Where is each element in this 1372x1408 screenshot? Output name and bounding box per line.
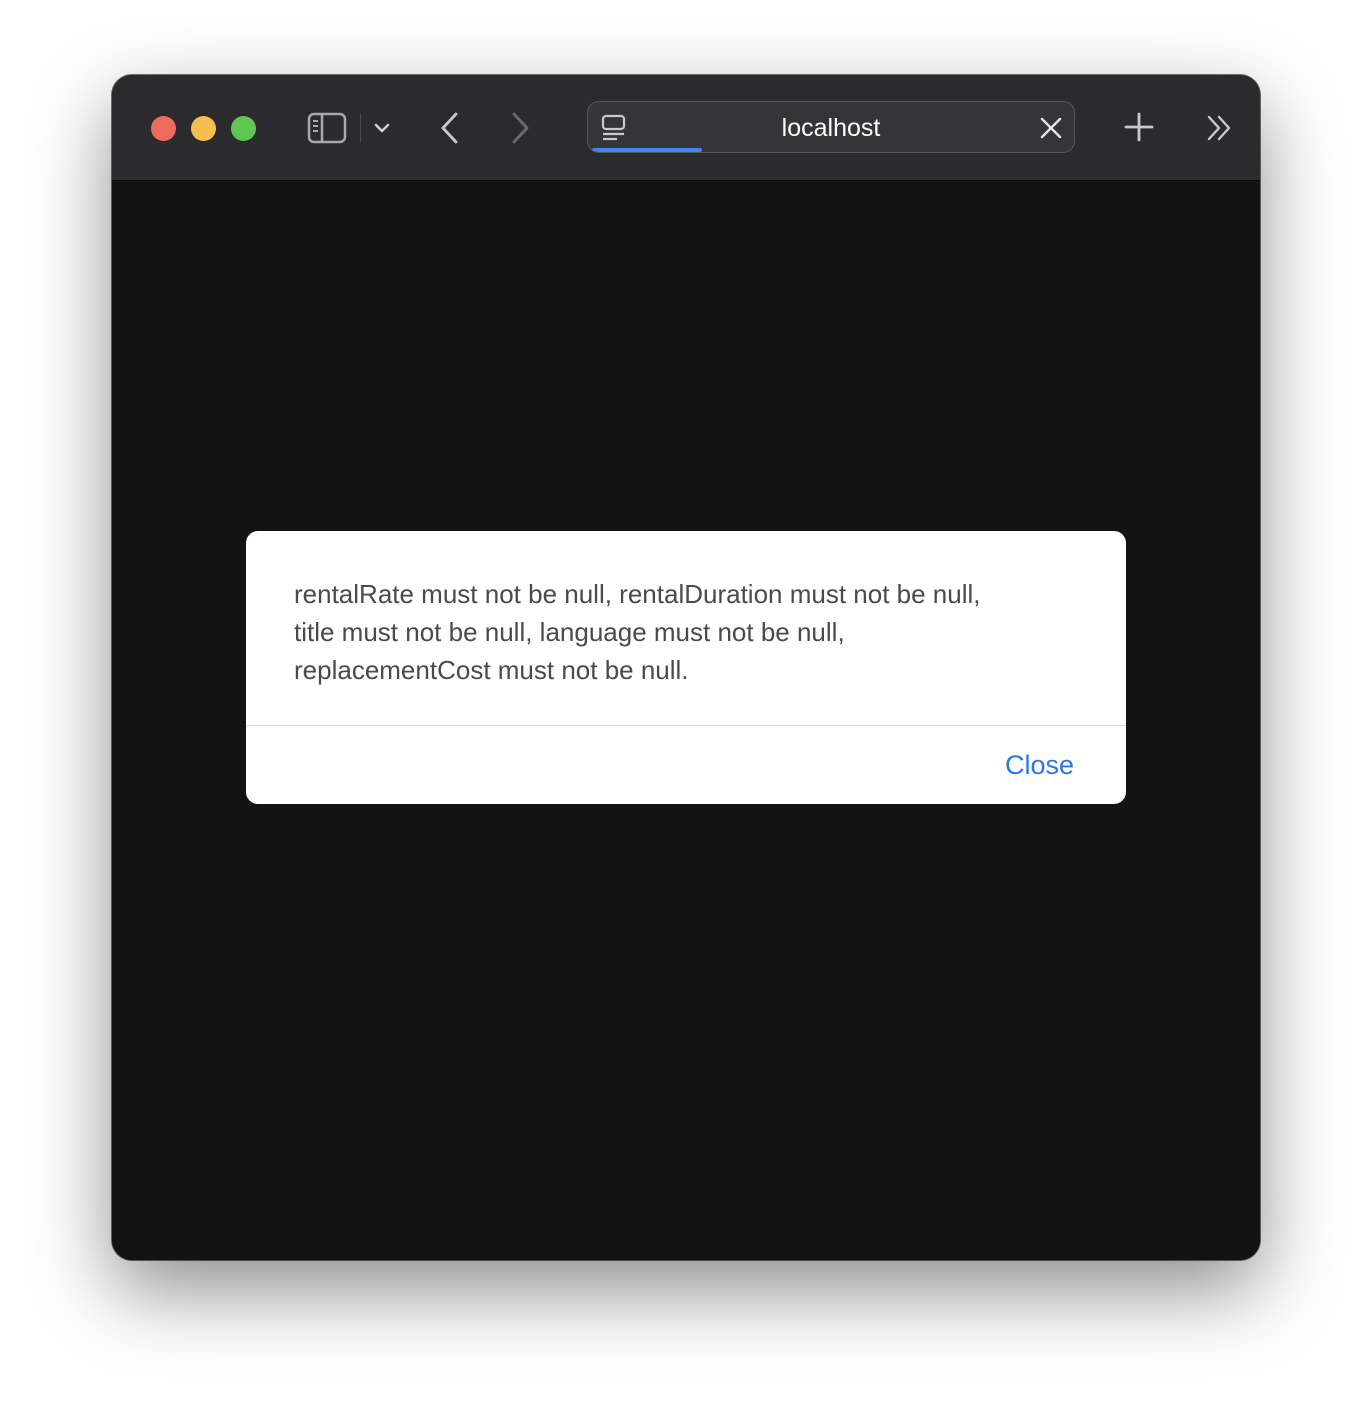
more-tabs-button[interactable]: [1200, 108, 1240, 148]
close-button[interactable]: Close: [1005, 749, 1074, 781]
sidebar-toggle-button[interactable]: [306, 108, 348, 148]
chevron-left-icon: [441, 112, 458, 144]
plus-icon: [1124, 112, 1154, 142]
chevron-down-icon: [374, 123, 390, 133]
chevron-right-icon: [512, 112, 529, 144]
page-load-progress: [592, 148, 702, 152]
dialog-message-line: replacementCost must not be null.: [294, 655, 689, 685]
error-dialog: rentalRate must not be null, rentalDurat…: [246, 531, 1126, 804]
window-close-button[interactable]: [151, 116, 176, 141]
sidebar-icon: [307, 112, 347, 144]
browser-toolbar: localhost: [112, 75, 1260, 181]
dialog-message: rentalRate must not be null, rentalDurat…: [246, 531, 1126, 685]
close-icon[interactable]: [1038, 115, 1064, 141]
page-content: rentalRate must not be null, rentalDurat…: [112, 181, 1260, 1260]
address-bar[interactable]: localhost: [587, 101, 1075, 153]
url-text: localhost: [781, 114, 881, 142]
back-button[interactable]: [432, 108, 468, 148]
dialog-message-line: title must not be null, language must no…: [294, 617, 845, 647]
browser-window: localhost rentalRate must not be null, r…: [112, 75, 1260, 1260]
forward-button[interactable]: [502, 108, 538, 148]
window-minimize-button[interactable]: [191, 116, 216, 141]
toolbar-divider: [360, 113, 361, 143]
double-chevron-right-icon: [1207, 115, 1231, 141]
window-maximize-button[interactable]: [231, 116, 256, 141]
dialog-message-line: rentalRate must not be null, rentalDurat…: [294, 579, 981, 609]
dialog-divider: [246, 725, 1126, 726]
tab-group-dropdown-button[interactable]: [370, 113, 394, 143]
new-tab-button[interactable]: [1120, 107, 1158, 147]
